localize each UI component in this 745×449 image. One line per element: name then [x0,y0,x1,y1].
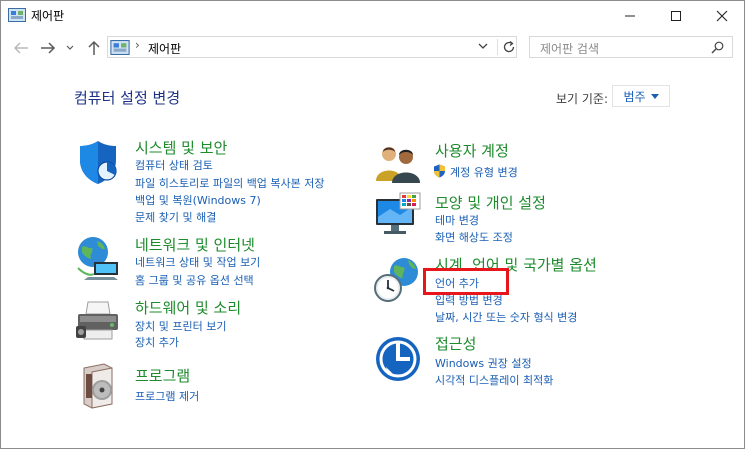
link-change-account-type[interactable]: 계정 유형 변경 [450,164,518,180]
accessibility-icon[interactable] [374,335,422,383]
category-title-network-internet[interactable]: 네트워크 및 인터넷 [135,234,255,255]
category-title-system-security[interactable]: 시스템 및 보안 [135,137,227,158]
printer-icon[interactable] [74,296,122,344]
link-adjust-resolution[interactable]: 화면 해상도 조정 [435,229,513,245]
recent-locations-button[interactable] [63,38,77,58]
close-icon [716,10,728,21]
search-placeholder[interactable]: 제어판 검색 [540,40,599,57]
link-add-language[interactable]: 언어 추가 [435,275,479,291]
maximize-icon [671,10,681,21]
category-title-ease-of-access[interactable]: 접근성 [435,333,476,354]
search-box[interactable]: 제어판 검색 [529,36,733,58]
address-bar[interactable]: › 제어판 [107,36,517,58]
window-title: 제어판 [31,9,65,23]
forward-button[interactable] [38,38,58,58]
link-file-history-backup[interactable]: 파일 히스토리로 파일의 백업 복사본 저장 [135,175,325,191]
link-add-device[interactable]: 장치 추가 [135,334,179,350]
arrow-left-icon [13,42,28,54]
category-title-appearance[interactable]: 모양 및 개인 설정 [435,192,546,213]
link-review-computer-status[interactable]: 컴퓨터 상태 검토 [135,157,213,173]
link-backup-restore[interactable]: 백업 및 복원(Windows 7) [135,192,261,208]
shield-icon[interactable] [74,138,122,186]
category-title-user-accounts[interactable]: 사용자 계정 [435,140,509,161]
minimize-button[interactable] [607,0,653,31]
monitor-icon[interactable] [374,191,422,239]
chevron-down-icon[interactable] [478,42,488,50]
link-network-status[interactable]: 네트워크 상태 및 작업 보기 [135,254,260,270]
arrow-up-icon [88,40,100,55]
link-change-date-time-format[interactable]: 날짜, 시간 또는 숫자 형식 변경 [435,309,577,325]
category-title-programs[interactable]: 프로그램 [135,365,190,386]
minimize-icon [625,15,635,16]
category-title-hardware-sound[interactable]: 하드웨어 및 소리 [135,297,241,318]
caret-down-icon [650,93,659,99]
users-icon[interactable] [374,139,422,187]
close-button[interactable] [699,0,745,31]
title-bar[interactable]: 제어판 [0,0,745,31]
control-panel-icon [110,40,130,55]
view-by-dropdown[interactable]: 범주 [612,85,670,107]
link-recommended-settings[interactable]: Windows 권장 설정 [435,355,532,371]
uac-shield-icon [434,164,445,178]
link-devices-printers[interactable]: 장치 및 프린터 보기 [135,318,226,334]
link-change-theme[interactable]: 테마 변경 [435,212,479,228]
maximize-button[interactable] [653,0,699,31]
page-title: 컴퓨터 설정 변경 [74,89,181,107]
clock-globe-icon[interactable] [374,256,422,304]
search-icon[interactable] [711,41,724,54]
control-panel-icon [8,8,26,22]
address-divider [497,39,498,55]
breadcrumb-item[interactable]: 제어판 [148,40,181,57]
view-by-value: 범주 [623,89,646,104]
breadcrumb-separator[interactable]: › [135,38,140,52]
up-button[interactable] [84,38,104,58]
back-button[interactable] [11,38,31,58]
program-disc-icon[interactable] [74,362,122,410]
network-globe-icon[interactable] [74,234,122,282]
link-troubleshoot[interactable]: 문제 찾기 및 해결 [135,209,216,225]
chevron-down-icon [66,45,74,50]
link-optimize-display[interactable]: 시각적 디스플레이 최적화 [435,372,553,388]
arrow-right-icon [41,42,56,54]
link-homegroup-sharing[interactable]: 홈 그룹 및 공유 옵션 선택 [135,272,254,288]
link-uninstall-program[interactable]: 프로그램 제거 [135,388,199,404]
view-by-label: 보기 기준: [556,92,609,106]
refresh-icon[interactable] [501,39,517,55]
